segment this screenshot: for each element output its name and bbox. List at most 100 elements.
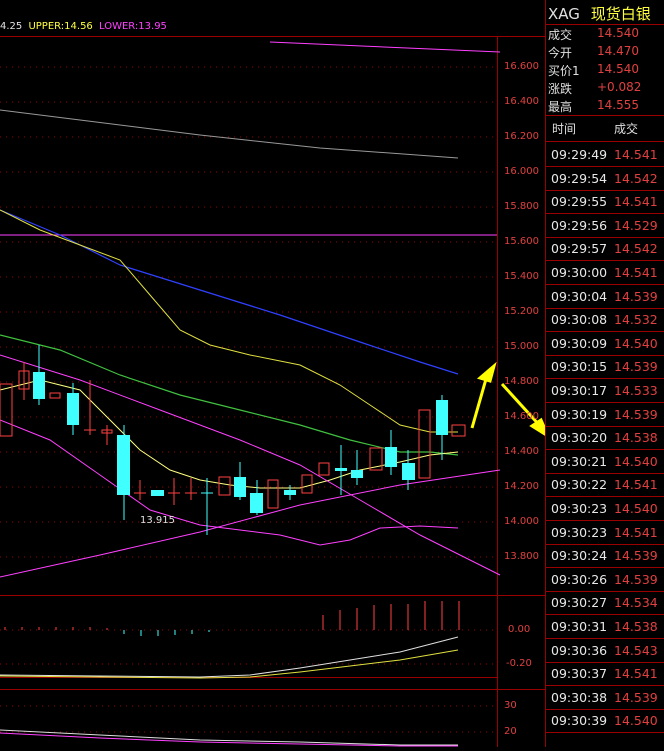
price-axis-label: 16.600 xyxy=(504,61,539,72)
quote-divider xyxy=(546,115,664,116)
quote-value: 14.540 xyxy=(597,26,639,40)
trade-time: 09:30:27 xyxy=(551,595,608,611)
trade-price: 14.541 xyxy=(614,524,658,540)
quote-value: 14.540 xyxy=(597,62,639,76)
trade-row[interactable]: 09:30:31 14.538 xyxy=(546,615,664,639)
trade-row[interactable]: 09:30:23 14.541 xyxy=(546,521,664,545)
trade-price: 14.532 xyxy=(614,312,658,328)
trade-row[interactable]: 09:30:26 14.539 xyxy=(546,568,664,592)
rsi-axis-label: 20 xyxy=(504,726,517,737)
trade-price: 14.529 xyxy=(614,217,658,233)
trade-row[interactable]: 09:29:57 14.542 xyxy=(546,237,664,262)
price-axis-label: 16.400 xyxy=(504,96,539,107)
kline-chart-area[interactable]: 4.25 UPPER:14.56 LOWER:13.95 13.915 16.6… xyxy=(0,0,662,747)
quote-row: 涨跌 +0.082 xyxy=(548,80,641,98)
trade-price: 14.538 xyxy=(614,430,658,446)
trade-price: 14.540 xyxy=(614,453,658,469)
candle xyxy=(301,474,313,494)
candle xyxy=(318,462,330,476)
price-axis-label: 14.000 xyxy=(504,516,539,527)
trade-row[interactable]: 09:30:08 14.532 xyxy=(546,308,664,333)
trade-price: 14.542 xyxy=(614,241,658,257)
trade-price: 14.542 xyxy=(614,170,658,186)
long-ma-line xyxy=(0,109,459,159)
trade-time: 09:30:38 xyxy=(551,689,608,705)
price-axis-label: 14.200 xyxy=(504,481,539,492)
trade-row[interactable]: 09:30:15 14.539 xyxy=(546,355,664,380)
trade-time: 09:29:54 xyxy=(551,170,608,186)
trade-price: 14.539 xyxy=(614,359,658,375)
trade-price: 14.533 xyxy=(614,383,658,398)
trade-time: 09:30:37 xyxy=(551,666,608,682)
kline-chart-svg[interactable] xyxy=(0,0,662,747)
trade-time: 09:30:09 xyxy=(551,335,608,351)
trade-price: 14.540 xyxy=(614,713,658,729)
price-axis-label: 14.600 xyxy=(504,411,539,422)
trade-price: 14.541 xyxy=(614,477,658,493)
trade-price: 14.540 xyxy=(614,335,658,351)
trade-row[interactable]: 09:30:38 14.539 xyxy=(546,686,664,710)
instrument-header: XAG 现货白银 xyxy=(548,3,651,23)
quote-label: 买价1 xyxy=(548,64,580,78)
trade-row[interactable]: 09:30:20 14.538 xyxy=(546,426,664,451)
trade-row[interactable]: 09:29:55 14.541 xyxy=(546,190,664,215)
trade-price: 14.539 xyxy=(614,689,658,705)
quote-row: 买价1 14.540 xyxy=(548,62,639,80)
price-axis-label: 15.200 xyxy=(504,306,539,317)
trade-time: 09:30:24 xyxy=(551,548,608,564)
trade-row[interactable]: 09:30:27 14.534 xyxy=(546,591,664,616)
quote-label: 最高 xyxy=(548,100,573,114)
candle xyxy=(418,409,431,479)
trade-row[interactable]: 09:30:24 14.539 xyxy=(546,544,664,569)
macd-axis-label: -0.20 xyxy=(506,658,532,669)
candle xyxy=(402,463,415,480)
quote-panel: XAG 现货白银 成交 14.540 今开 14.470 买价1 14.540 涨跌 +… xyxy=(546,0,664,747)
trade-price: 14.541 xyxy=(614,265,658,280)
descending-trend-line xyxy=(0,354,501,576)
price-axis-label: 15.000 xyxy=(504,341,539,352)
trades-header-price: 成交 xyxy=(614,122,639,136)
legend-mid: 4.25 xyxy=(0,21,23,32)
trade-row[interactable]: 09:29:56 14.529 xyxy=(546,214,664,238)
trade-row[interactable]: 09:30:36 14.543 xyxy=(546,639,664,663)
candle xyxy=(451,424,466,437)
trade-row[interactable]: 09:30:19 14.539 xyxy=(546,403,664,427)
trade-time: 09:30:23 xyxy=(551,524,608,540)
price-axis-label: 14.800 xyxy=(504,376,539,387)
trade-row[interactable]: 09:30:22 14.541 xyxy=(546,473,664,498)
rsi-line-2 xyxy=(0,732,458,747)
trade-row[interactable]: 09:30:23 14.540 xyxy=(546,497,664,521)
trade-time: 09:30:39 xyxy=(551,713,608,729)
candle xyxy=(0,383,13,437)
price-axis-label: 16.200 xyxy=(504,131,539,142)
symbol-code: XAG xyxy=(548,5,580,23)
macd-dif-line xyxy=(0,636,459,678)
arrow-head xyxy=(476,361,497,383)
trade-row[interactable]: 09:30:37 14.541 xyxy=(546,662,664,687)
trade-row[interactable]: 09:29:54 14.542 xyxy=(546,167,664,191)
trade-time: 09:29:55 xyxy=(551,194,608,210)
candle xyxy=(385,447,397,467)
trade-price: 14.541 xyxy=(614,194,658,210)
trades-header-divider xyxy=(546,141,664,142)
trade-time: 09:30:22 xyxy=(551,477,608,493)
ascending-trend-line xyxy=(0,469,501,578)
quote-value: 14.470 xyxy=(597,44,639,58)
instrument-name: 现货白银 xyxy=(590,5,651,23)
trade-row[interactable]: 09:30:21 14.540 xyxy=(546,450,664,474)
trade-row[interactable]: 09:29:49 14.541 xyxy=(546,143,664,167)
candle xyxy=(234,477,246,497)
trade-list[interactable]: 09:29:49 14.541 09:29:54 14.542 09:29:55 14.5… xyxy=(546,143,664,747)
trade-row[interactable]: 09:30:04 14.539 xyxy=(546,285,664,309)
trade-row[interactable]: 09:30:09 14.540 xyxy=(546,332,664,356)
candle xyxy=(267,479,279,509)
trade-price: 14.541 xyxy=(614,666,658,682)
trade-time: 09:30:19 xyxy=(551,406,608,422)
trade-row[interactable]: 09:30:00 14.541 xyxy=(546,261,664,285)
trade-row[interactable]: 09:30:39 14.540 xyxy=(546,709,664,734)
trade-row[interactable]: 09:30:17 14.533 xyxy=(546,379,664,403)
trade-price: 14.539 xyxy=(614,548,658,564)
macd-axis-label: 0.00 xyxy=(508,624,531,635)
candle xyxy=(49,392,61,399)
trade-time: 09:30:08 xyxy=(551,312,608,328)
